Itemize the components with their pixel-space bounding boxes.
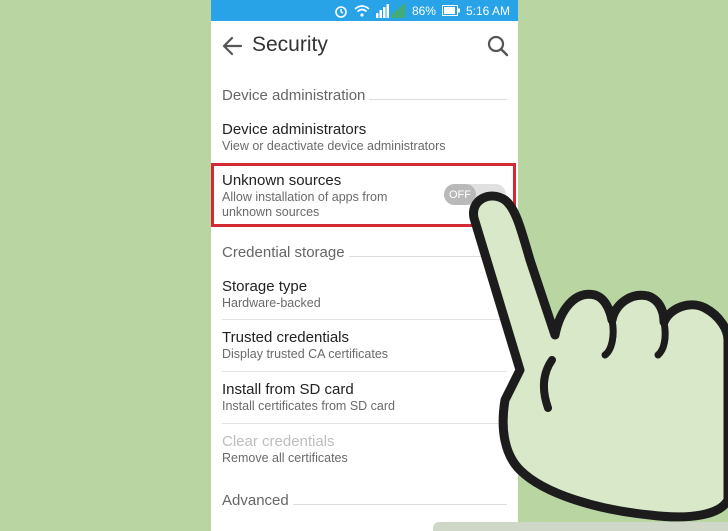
pointing-hand-illustration	[469, 191, 728, 522]
